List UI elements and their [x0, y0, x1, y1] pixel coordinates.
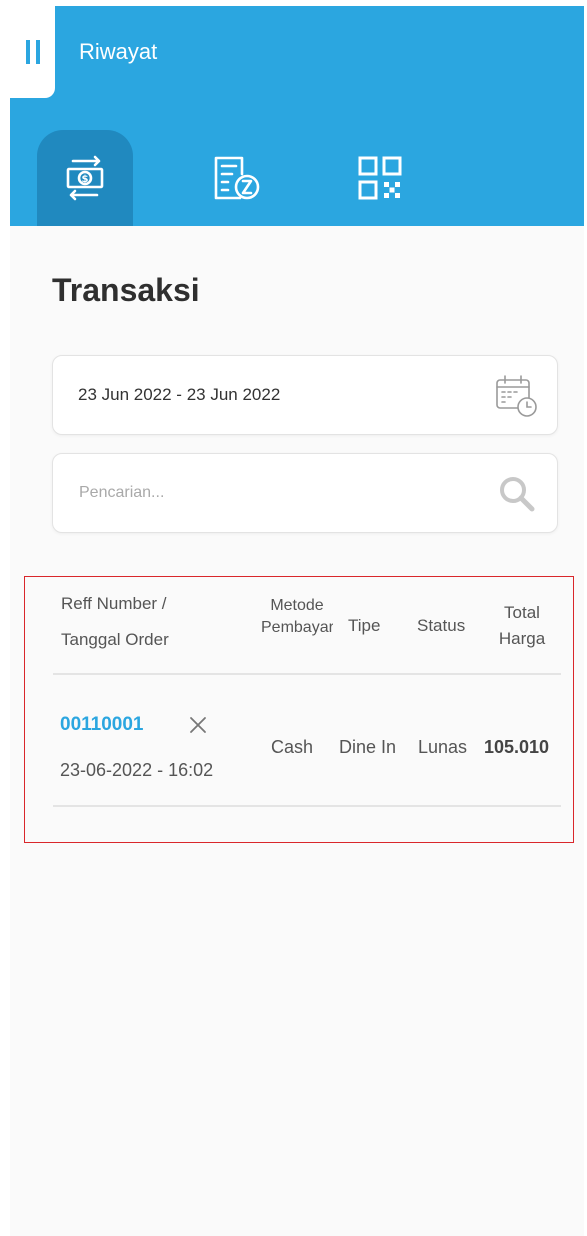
app-frame: Riwayat $ Transaksi 23 Jun 2022 - 23 Jun…	[10, 6, 584, 1236]
reff-number-link[interactable]: 00110001	[60, 714, 144, 736]
col-header-total: Total	[504, 603, 540, 622]
date-range-picker[interactable]: 23 Jun 2022 - 23 Jun 2022	[52, 355, 558, 435]
payment-status: Lunas	[418, 737, 468, 757]
svg-text:$: $	[82, 174, 89, 185]
transaction-table: Reff Number / Tanggal Order Metode Pemba…	[24, 576, 574, 843]
qr-code-icon	[358, 156, 402, 200]
col-header-tanggal: Tanggal Order	[61, 630, 169, 649]
page-title: Transaksi	[52, 272, 200, 308]
col-header-metode: Metode Pembayaran	[261, 597, 333, 636]
app-header: Riwayat $	[10, 6, 584, 226]
header-divider	[53, 673, 561, 675]
col-header-harga: Harga	[498, 629, 546, 648]
search-input[interactable]	[77, 476, 481, 510]
date-range-value: 23 Jun 2022 - 23 Jun 2022	[78, 385, 281, 404]
search-icon[interactable]	[497, 474, 537, 514]
menu-toggle-button[interactable]	[10, 6, 55, 98]
calendar-clock-icon	[496, 375, 537, 417]
tab-qr[interactable]	[332, 130, 428, 226]
row-divider	[53, 805, 561, 807]
col-header-status: Status	[417, 616, 466, 635]
col-header-tipe: Tipe	[348, 616, 381, 635]
search-field[interactable]	[52, 453, 558, 533]
order-date: 23-06-2022 - 16:02	[60, 760, 214, 780]
close-icon[interactable]	[189, 716, 207, 734]
tab-pending-bills[interactable]	[188, 130, 284, 226]
money-exchange-icon: $	[66, 155, 104, 201]
order-type: Dine In	[339, 737, 397, 757]
total-amount: 105.010	[484, 737, 550, 757]
pending-bill-icon	[214, 156, 260, 200]
menu-bars-icon	[25, 40, 40, 64]
payment-method: Cash	[271, 737, 314, 757]
col-header-reff: Reff Number /	[61, 594, 167, 613]
tab-transactions[interactable]: $	[37, 130, 133, 226]
header-title: Riwayat	[79, 39, 158, 64]
